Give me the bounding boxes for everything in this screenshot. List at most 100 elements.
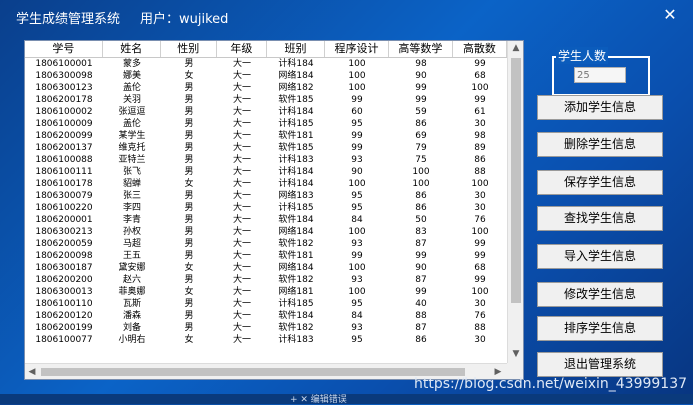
- title-bar: 学生成绩管理系统 用户：wujiked ✕: [0, 0, 693, 32]
- table-cell: 大一: [232, 323, 251, 333]
- table-cell: 100: [471, 227, 489, 237]
- table-row[interactable]: 1806300213 孙权 男 大一 网络184 100 83 100: [25, 226, 507, 238]
- table-cell: 男: [184, 143, 194, 153]
- save-student-button[interactable]: 保存学生信息: [537, 170, 663, 195]
- column-header[interactable]: 程序设计: [325, 41, 389, 57]
- table-row[interactable]: 1806100178 貂蝉 女 大一 计科184 100 100 100: [25, 178, 507, 190]
- table-cell: 90: [415, 71, 427, 81]
- exit-system-button[interactable]: 退出管理系统: [537, 352, 663, 377]
- table-row[interactable]: 1806100002 张逗逗 男 大一 计科184 60 59 61: [25, 106, 507, 118]
- table-cell: 张逗逗: [118, 107, 146, 117]
- table-row[interactable]: 1806300098 娜美 女 大一 网络184 100 90 68: [25, 70, 507, 82]
- table-cell: 大一: [232, 71, 251, 81]
- column-header[interactable]: 学号: [25, 41, 103, 57]
- table-cell: 1806300013: [35, 287, 93, 297]
- table-cell: 大一: [232, 251, 251, 261]
- table-cell: 1806100110: [35, 299, 93, 309]
- table-cell: 张三: [122, 191, 141, 201]
- table-cell: 软件185: [278, 95, 314, 105]
- horizontal-scroll-thumb[interactable]: [41, 368, 465, 376]
- table-cell: 软件181: [278, 251, 314, 261]
- table-cell: 95: [351, 299, 363, 309]
- scroll-left-icon[interactable]: ◀: [25, 364, 39, 379]
- column-header[interactable]: 姓名: [103, 41, 161, 57]
- student-grid[interactable]: 学号 姓名 性别 年级 班别 程序设计 高等数学 高散数 1806100001 蒙…: [24, 40, 524, 380]
- table-row[interactable]: 1806300123 盖伦 男 大一 网络182 100 99 100: [25, 82, 507, 94]
- table-row[interactable]: 1806300013 菲奥娜 女 大一 网络181 100 99 100: [25, 286, 507, 298]
- table-cell: 王五: [122, 251, 141, 261]
- table-cell: 大一: [232, 95, 251, 105]
- table-row[interactable]: 1806100110 瓦斯 男 大一 计科185 95 40 30: [25, 298, 507, 310]
- table-cell: 100: [348, 71, 366, 81]
- table-cell: 100: [471, 83, 489, 93]
- table-cell: 男: [184, 203, 194, 213]
- table-cell: 瓦斯: [122, 299, 141, 309]
- table-row[interactable]: 1806200059 马超 男 大一 软件182 93 87 99: [25, 238, 507, 250]
- table-cell: 99: [351, 131, 363, 141]
- delete-student-button[interactable]: 删除学生信息: [537, 132, 663, 157]
- table-cell: 99: [474, 251, 486, 261]
- table-cell: 93: [351, 155, 363, 165]
- table-row[interactable]: 1806200098 王五 男 大一 软件181 99 99 99: [25, 250, 507, 262]
- table-row[interactable]: 1806300079 张三 男 大一 网络183 95 86 30: [25, 190, 507, 202]
- vertical-scroll-thumb[interactable]: [511, 58, 521, 303]
- table-cell: 女: [184, 71, 194, 81]
- table-row[interactable]: 1806100111 张飞 男 大一 计科184 90 100 88: [25, 166, 507, 178]
- table-cell: 86: [474, 155, 486, 165]
- column-header[interactable]: 年级: [217, 41, 267, 57]
- close-icon[interactable]: ✕: [660, 5, 680, 25]
- table-cell: 软件184: [278, 215, 314, 225]
- table-cell: 86: [415, 203, 427, 213]
- table-row[interactable]: 1806200120 潘森 男 大一 软件184 84 88 76: [25, 310, 507, 322]
- table-row[interactable]: 1806300187 黛安娜 女 大一 网络184 100 90 68: [25, 262, 507, 274]
- table-cell: 盖伦: [122, 119, 141, 129]
- table-row[interactable]: 1806100088 亚特兰 男 大一 计科183 93 75 86: [25, 154, 507, 166]
- table-cell: 87: [415, 275, 427, 285]
- table-cell: 99: [474, 239, 486, 249]
- column-header[interactable]: 班别: [267, 41, 326, 57]
- table-cell: 男: [184, 239, 194, 249]
- table-row[interactable]: 1806200178 关羽 男 大一 软件185 99 99 99: [25, 94, 507, 106]
- table-cell: 89: [474, 143, 486, 153]
- table-cell: 小明右: [118, 335, 146, 345]
- import-student-button[interactable]: 导入学生信息: [537, 244, 663, 269]
- table-row[interactable]: 1806100001 蒙多 男 大一 计科184 100 98 99: [25, 58, 507, 70]
- scroll-up-icon[interactable]: ▲: [508, 41, 523, 55]
- table-cell: 1806200099: [35, 131, 93, 141]
- table-cell: 87: [415, 239, 427, 249]
- table-row[interactable]: 1806200199 刘备 男 大一 软件182 93 87 88: [25, 322, 507, 334]
- sort-student-button[interactable]: 排序学生信息: [537, 316, 663, 341]
- table-row[interactable]: 1806200137 维克托 男 大一 软件185 99 79 89: [25, 142, 507, 154]
- table-cell: 软件182: [278, 323, 314, 333]
- column-header[interactable]: 性别: [161, 41, 217, 57]
- vertical-scrollbar[interactable]: ▲ ▼: [507, 41, 523, 363]
- table-cell: 男: [184, 155, 194, 165]
- scroll-down-icon[interactable]: ▼: [508, 347, 523, 361]
- table-cell: 大一: [232, 143, 251, 153]
- modify-student-button[interactable]: 修改学生信息: [537, 282, 663, 307]
- column-header[interactable]: 高等数学: [389, 41, 453, 57]
- table-cell: 计科184: [278, 179, 314, 189]
- table-cell: 79: [415, 143, 427, 153]
- table-row[interactable]: 1806200099 某学生 男 大一 软件181 99 69 98: [25, 130, 507, 142]
- add-student-button[interactable]: 添加学生信息: [537, 95, 663, 120]
- main-window: 学生成绩管理系统 用户：wujiked ✕ 学号 姓名 性别 年级 班别 程序设…: [0, 0, 693, 405]
- table-row[interactable]: 1806100220 李四 男 大一 计科185 95 86 30: [25, 202, 507, 214]
- table-row[interactable]: 1806100009 盖伦 男 大一 计科185 95 86 30: [25, 118, 507, 130]
- table-row[interactable]: 1806200200 赵六 男 大一 软件182 93 87 99: [25, 274, 507, 286]
- table-row[interactable]: 1806100077 小明右 女 大一 计科183 95 86 30: [25, 334, 507, 346]
- table-cell: 大一: [232, 275, 251, 285]
- table-cell: 某学生: [118, 131, 146, 141]
- table-cell: 1806200178: [35, 95, 93, 105]
- table-cell: 大一: [232, 335, 251, 345]
- table-cell: 计科184: [278, 167, 314, 177]
- column-header[interactable]: 高散数: [453, 41, 507, 57]
- table-cell: 100: [348, 287, 366, 297]
- window-title: 学生成绩管理系统: [16, 12, 121, 27]
- watermark-url: https://blog.csdn.net/weixin_43999137: [414, 376, 688, 392]
- table-cell: 100: [412, 179, 430, 189]
- table-cell: 68: [474, 263, 486, 273]
- find-student-button[interactable]: 查找学生信息: [537, 206, 663, 231]
- table-cell: 男: [184, 215, 194, 225]
- table-row[interactable]: 1806200001 李青 男 大一 软件184 84 50 76: [25, 214, 507, 226]
